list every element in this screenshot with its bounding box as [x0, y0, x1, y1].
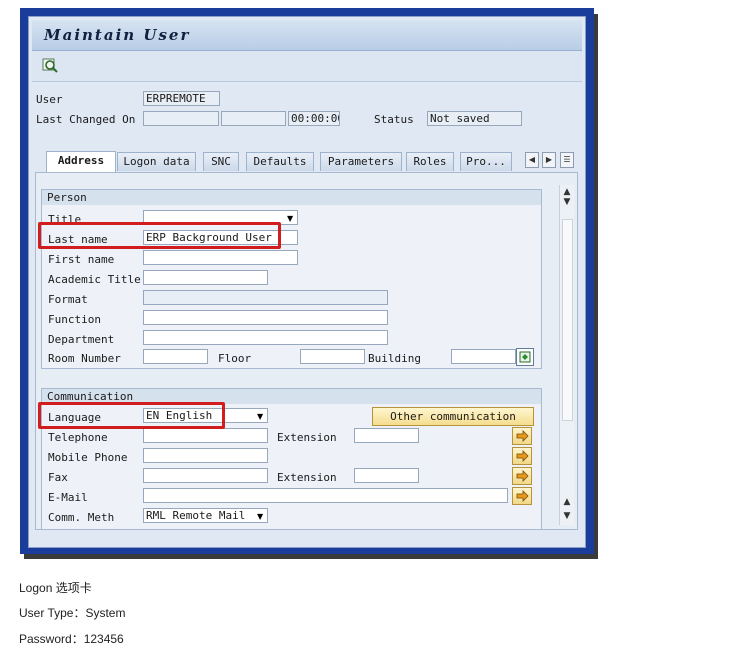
tab-logon-data[interactable]: Logon data: [117, 152, 196, 171]
user-label: User: [36, 93, 63, 106]
tab-parameters[interactable]: Parameters: [320, 152, 402, 171]
chevron-down-icon[interactable]: ▼: [287, 214, 293, 223]
last-name-highlight-box: [38, 222, 281, 249]
tab-address[interactable]: Address: [46, 151, 116, 172]
academic-title-field[interactable]: [143, 270, 268, 285]
mobile-phone-label: Mobile Phone: [48, 451, 128, 464]
title-bar: Maintain User: [32, 20, 582, 51]
arrow-right-icon: [516, 490, 529, 502]
extension-field[interactable]: [354, 428, 419, 443]
scroll-bottom-down-icon[interactable]: ▼: [560, 511, 574, 521]
room-number-label: Room Number: [48, 352, 121, 365]
last-changed-label: Last Changed On: [36, 113, 136, 126]
building-field[interactable]: [451, 349, 516, 364]
caption-logon-tab: Logon 选项卡: [19, 581, 92, 595]
comm-method-chevron-down-icon[interactable]: ▼: [257, 512, 263, 521]
building-label: Building: [368, 352, 421, 365]
scroll-down-icon[interactable]: ▼: [560, 197, 574, 207]
person-group-title: Person: [42, 190, 541, 205]
floor-label: Floor: [218, 352, 252, 365]
last-changed-by-field[interactable]: [221, 111, 286, 126]
comm-method-label: Comm. Meth: [48, 511, 115, 524]
scroll-thumb[interactable]: [562, 219, 573, 421]
academic-title-label: Academic Title: [48, 273, 141, 286]
telephone-field[interactable]: [143, 428, 268, 443]
vertical-scrollbar[interactable]: ▲ ▼ ▲ ▼: [559, 185, 574, 525]
caption-user-type: User Type：System: [19, 606, 126, 620]
arrow-right-icon: [516, 470, 529, 482]
first-name-label: First name: [48, 253, 115, 266]
department-label: Department: [48, 333, 115, 346]
fax-more-button[interactable]: [512, 467, 532, 485]
email-field[interactable]: [143, 488, 508, 503]
building-search-button[interactable]: [516, 348, 534, 366]
email-more-button[interactable]: [512, 487, 532, 505]
mobile-phone-field[interactable]: [143, 448, 268, 463]
telephone-label: Telephone: [48, 431, 108, 444]
tab-roles[interactable]: Roles: [406, 152, 454, 171]
user-field[interactable]: ERPREMOTE: [143, 91, 220, 106]
format-field[interactable]: [143, 290, 388, 305]
room-number-field[interactable]: [143, 349, 208, 364]
function-label: Function: [48, 313, 101, 326]
fax-extension-field[interactable]: [354, 468, 419, 483]
language-highlight-box: [38, 402, 225, 429]
last-changed-date-field[interactable]: [143, 111, 219, 126]
department-field[interactable]: [143, 330, 388, 345]
tab-list-icon[interactable]: ☰: [560, 152, 574, 168]
email-label: E-Mail: [48, 491, 88, 504]
fax-label: Fax: [48, 471, 68, 484]
scroll-bottom-up-icon[interactable]: ▲: [560, 497, 574, 507]
language-chevron-down-icon[interactable]: ▼: [257, 412, 263, 421]
floor-field[interactable]: [300, 349, 365, 364]
tab-profiles[interactable]: Pro...: [460, 152, 512, 171]
display-change-icon[interactable]: [42, 57, 58, 73]
arrow-right-icon: [516, 450, 529, 462]
fax-field[interactable]: [143, 468, 268, 483]
status-field[interactable]: Not saved: [427, 111, 522, 126]
telephone-more-button[interactable]: [512, 427, 532, 445]
other-communication-button[interactable]: Other communication: [372, 407, 534, 426]
tab-scroll-left-icon[interactable]: ◀: [525, 152, 539, 168]
arrow-right-icon: [516, 430, 529, 442]
last-changed-time-field[interactable]: 00:00:00: [288, 111, 340, 126]
search-help-icon: [519, 351, 531, 363]
scroll-up-icon[interactable]: ▲: [560, 187, 574, 197]
status-label: Status: [374, 113, 414, 126]
toolbar: [32, 51, 582, 82]
tab-defaults[interactable]: Defaults: [246, 152, 314, 171]
mobile-more-button[interactable]: [512, 447, 532, 465]
tab-snc[interactable]: SNC: [203, 152, 239, 171]
first-name-field[interactable]: [143, 250, 298, 265]
caption-password: Password：123456: [19, 632, 124, 646]
function-field[interactable]: [143, 310, 388, 325]
tab-scroll-right-icon[interactable]: ▶: [542, 152, 556, 168]
fax-extension-label: Extension: [277, 471, 337, 484]
window-title: Maintain User: [44, 26, 191, 44]
format-label: Format: [48, 293, 88, 306]
comm-method-dropdown[interactable]: RML Remote Mail: [143, 508, 268, 523]
extension-label: Extension: [277, 431, 337, 444]
